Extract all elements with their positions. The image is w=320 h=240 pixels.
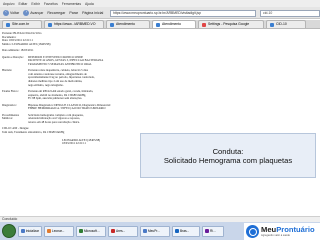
forward-button[interactable]: › Avançar [22, 9, 44, 17]
callout-text: Solicitado Hemograma com plaquetas [163, 155, 293, 165]
tab-label: Atendimento [162, 22, 182, 26]
taskbar-item[interactable]: Inicializar [18, 225, 42, 237]
reload-button[interactable]: Recarregar [46, 9, 66, 17]
taskbar-item-label: Ri... [210, 228, 216, 233]
tab-arbmed[interactable]: https://www.../ARBMED.VO [44, 20, 104, 28]
app-icon [79, 229, 83, 233]
taskbar-item-label: Bras... [180, 228, 190, 233]
taskbar-item[interactable]: Leonar... [44, 225, 74, 237]
home-label: Página inicial [82, 10, 104, 15]
section-label: Queixa e Duração: [2, 54, 24, 59]
signature-block: LEONARDO ALTEI (18405/98) 18/03/2011 22:… [2, 139, 156, 146]
section-label: História: [2, 68, 13, 73]
tab-google-search[interactable]: Settings - Pesquisa Google [198, 20, 264, 28]
medical-record-document: Paciente: BLITALO Ilda Da Silva Document… [2, 32, 156, 214]
brand-tagline: Agregando valor à saúde [261, 234, 290, 237]
taskbar-item-label: Inicializar [25, 228, 39, 233]
tab-atendimento-2[interactable]: Atendimento [152, 20, 196, 28]
callout-title: Conduta: [212, 146, 244, 156]
forward-label: Avançar [30, 10, 44, 15]
section-procedimentos: Procedimentos Médicos: Solicitado hemogr… [2, 112, 156, 125]
tab-bar: Site.com.br https://www.../ARBMED.VO Ate… [0, 20, 320, 29]
taskbar-item-label: Ares... [116, 228, 126, 233]
stop-button[interactable]: Parar [68, 9, 79, 17]
page-icon [48, 22, 52, 27]
tab-label: https://www.../ARBMED.VO [54, 22, 96, 26]
brand-mark-icon [246, 225, 259, 238]
section-historia: História: Paciente refere inapetência, c… [2, 69, 156, 87]
app-icon [175, 229, 179, 233]
taskbar-item[interactable]: Ares... [108, 225, 138, 237]
app-icon [111, 229, 115, 233]
menu-item-ajuda[interactable]: Ajuda [85, 2, 94, 6]
app-icon [21, 229, 25, 233]
home-button[interactable]: Página inicial [81, 9, 104, 17]
section-line: FC 88 bpm, ausculta pulmonar sem alteraç… [28, 97, 83, 101]
tab-cid10[interactable]: CID-10 [266, 20, 306, 28]
app-icon [205, 229, 209, 233]
menu-item-editar[interactable]: Editar [19, 2, 28, 6]
footer-note: Tem rash, Tratamento sintomático, PA 130… [2, 131, 65, 135]
tab-label: CID-10 [276, 22, 287, 26]
section-label: Exame Físico: [2, 89, 19, 94]
tab-label: Site.com.br [12, 22, 30, 26]
back-arrow-icon: ‹ [3, 9, 9, 16]
brand-name-part1: Meu [261, 225, 277, 234]
page-icon [156, 22, 160, 27]
stop-label: Parar [69, 10, 79, 15]
section-exame-fisico: Exame Físico: Paciente em REGULAR estado… [2, 89, 156, 101]
section-line: nega etilismo, nega tabagismo. [28, 83, 64, 87]
taskbar-item[interactable]: Bras... [172, 225, 200, 237]
back-label: Voltar [10, 10, 20, 15]
page-content: Paciente: BLITALO Ilda Da Silva Document… [0, 30, 320, 216]
app-icon [143, 229, 147, 233]
app-icon [47, 229, 51, 233]
section-queixa: Queixa e Duração: DEPOIDOS E INTESTINO C… [2, 54, 156, 67]
taskbar-item-label: Microsoft... [84, 228, 100, 233]
page-icon [6, 22, 10, 27]
google-icon [202, 22, 206, 27]
menu-item-exibir[interactable]: Exibir [31, 2, 39, 6]
start-button[interactable] [2, 224, 16, 238]
tab-label: Settings - Pesquisa Google [208, 22, 250, 26]
taskbar-item-label: MeuPr... [148, 228, 160, 233]
tab-label: Atendimento [116, 22, 136, 26]
reload-label: Recarregar [47, 10, 66, 15]
taskbar-item[interactable]: MeuPr... [140, 225, 170, 237]
tab-site[interactable]: Site.com.br [2, 20, 42, 28]
conduta-callout: Conduta: Solicitado Hemograma com plaque… [140, 133, 316, 178]
section-line: TRATAMENTO 3 SEMANAS ANTIBIOTICO ORAL [28, 62, 92, 66]
meuprontuario-logo: MeuProntuário Agregando valor à saúde [244, 223, 320, 240]
menu-item-arquivo[interactable]: Arquivo [3, 2, 15, 6]
page-icon [110, 22, 114, 27]
taskbar-item[interactable]: Ri... [202, 225, 224, 237]
navigation-toolbar: ‹ Voltar › Avançar Recarregar Parar Pági… [0, 7, 320, 19]
tab-atendimento-1[interactable]: Atendimento [106, 20, 150, 28]
taskbar-item[interactable]: Microsoft... [76, 225, 106, 237]
section-diagnostico: Diagnóstico: Hipótese Diagnóstica: DENGU… [2, 102, 156, 111]
section-line: FEBRE HEMORRÁGICA / INFECÇÃO DO TRATO UR… [28, 107, 106, 111]
taskbar-item-label: Leonar... [52, 228, 65, 233]
menu-item-favoritos[interactable]: Favoritos [44, 2, 58, 6]
brand-name: MeuProntuário [261, 226, 315, 234]
back-button[interactable]: ‹ Voltar [2, 9, 20, 17]
section-line: retorno em 48 horas para reavaliação clí… [28, 120, 80, 124]
section-label: Procedimentos Médicos: [2, 112, 20, 121]
brand-name-part2: Prontuário [276, 225, 315, 234]
menu-item-ferramentas[interactable]: Ferramentas [62, 2, 81, 6]
page-icon [270, 22, 274, 27]
section-label: Diagnóstico: [2, 102, 17, 107]
menu-bar: Arquivo Editar Exibir Favoritos Ferramen… [0, 0, 320, 7]
forward-arrow-icon: › [23, 9, 30, 16]
